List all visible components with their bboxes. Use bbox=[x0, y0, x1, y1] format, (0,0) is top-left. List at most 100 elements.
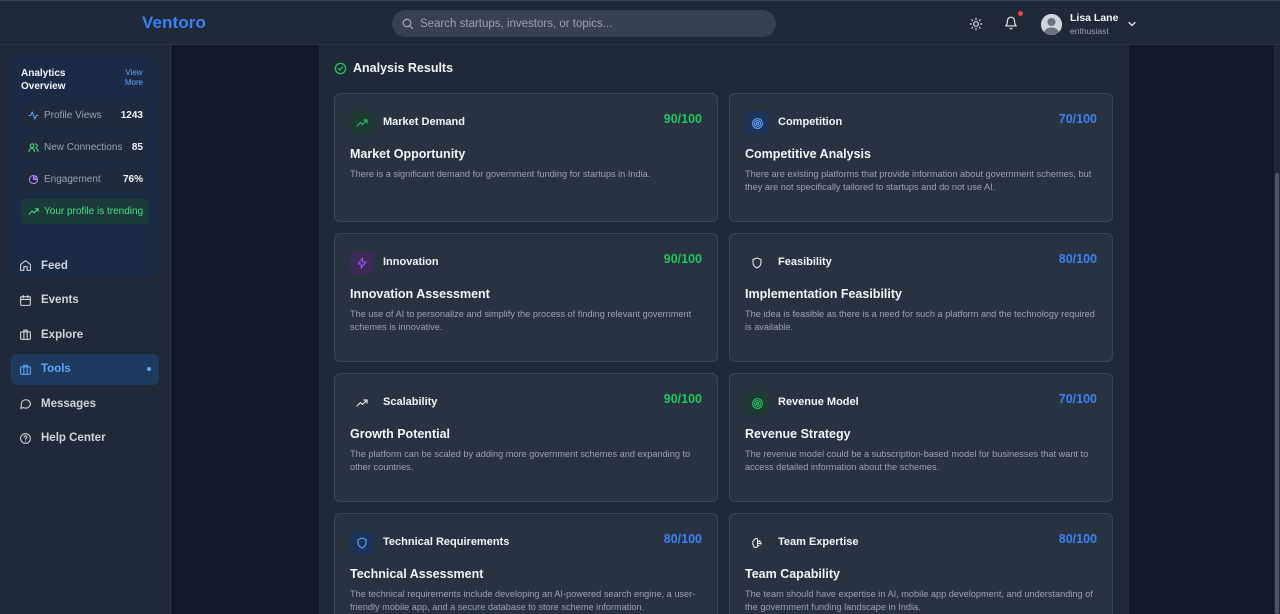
stat-label: Engagement bbox=[44, 174, 101, 185]
sidebar-item-help-center[interactable]: Help Center bbox=[11, 423, 159, 454]
pie-chart-icon bbox=[28, 174, 39, 185]
search-bar[interactable] bbox=[392, 10, 776, 37]
sidebar-item-events[interactable]: Events bbox=[11, 285, 159, 316]
stat-new-connections[interactable]: New Connections 85 bbox=[21, 135, 149, 160]
top-bar: Ventoro Lisa Lane enthusiast bbox=[0, 0, 1280, 45]
card-description: The team should have expertise in AI, mo… bbox=[745, 589, 1093, 612]
nav-label: Tools bbox=[41, 363, 71, 375]
theme-toggle-button[interactable] bbox=[967, 15, 985, 33]
card-description: There is a significant demand for govern… bbox=[350, 169, 651, 179]
search-input[interactable] bbox=[420, 17, 760, 30]
card-title: Implementation Feasibility bbox=[745, 287, 902, 301]
card-technical-requirements[interactable]: Technical Requirements 80/100 Technical … bbox=[334, 513, 718, 614]
trending-up-icon bbox=[356, 119, 368, 127]
target-icon bbox=[751, 117, 763, 129]
analytics-title: Analytics Overview bbox=[21, 68, 66, 92]
card-revenue-model[interactable]: Revenue Model 70/100 Revenue Strategy Th… bbox=[729, 373, 1113, 502]
card-title: Revenue Strategy bbox=[745, 427, 851, 441]
calendar-icon bbox=[20, 294, 31, 306]
check-circle-icon bbox=[334, 62, 347, 74]
help-icon bbox=[20, 432, 31, 444]
stat-value: 76% bbox=[122, 174, 143, 185]
card-score: 80/100 bbox=[1058, 252, 1097, 266]
card-innovation[interactable]: Innovation 90/100 Innovation Assessment … bbox=[334, 233, 718, 362]
toolbox-icon bbox=[20, 364, 31, 375]
card-icon-box bbox=[745, 251, 769, 275]
card-description: There are existing platforms that provid… bbox=[745, 169, 1092, 192]
card-title: Market Opportunity bbox=[350, 147, 466, 161]
card-icon-box bbox=[745, 391, 769, 415]
card-team-expertise[interactable]: Team Expertise 80/100 Team Capability Th… bbox=[729, 513, 1113, 614]
card-score: 70/100 bbox=[1058, 392, 1097, 406]
card-category: Innovation bbox=[383, 256, 439, 268]
target-icon bbox=[751, 397, 763, 409]
sidebar-item-feed[interactable]: Feed bbox=[11, 250, 159, 281]
shield-icon bbox=[357, 537, 367, 549]
stat-label: Profile Views bbox=[44, 110, 102, 121]
results-title: Analysis Results bbox=[353, 61, 454, 75]
card-description: The idea is feasible as there is a need … bbox=[745, 309, 1095, 332]
home-icon bbox=[20, 260, 31, 271]
card-description: The platform can be scaled by adding mor… bbox=[350, 449, 691, 472]
analysis-results-panel: Analysis Results Market Demand 90/100 Ma… bbox=[319, 45, 1129, 614]
app-logo[interactable]: Ventoro bbox=[142, 13, 206, 33]
trending-text: Your profile is trending bbox=[44, 206, 144, 217]
card-category: Feasibility bbox=[778, 256, 832, 268]
briefcase-icon bbox=[20, 329, 31, 340]
stat-label: New Connections bbox=[44, 142, 123, 153]
user-name: Lisa Lane bbox=[1070, 12, 1119, 24]
card-title: Growth Potential bbox=[350, 427, 450, 441]
search-icon bbox=[402, 18, 414, 30]
shield-icon bbox=[752, 257, 762, 269]
card-icon-box bbox=[350, 111, 374, 135]
card-icon-box bbox=[350, 531, 374, 555]
user-avatar-icon bbox=[1041, 13, 1062, 35]
stat-profile-views[interactable]: Profile Views 1243 bbox=[21, 103, 149, 128]
nav-label: Events bbox=[41, 294, 79, 306]
card-title: Innovation Assessment bbox=[350, 287, 490, 301]
user-menu[interactable]: Lisa Lane enthusiast bbox=[1041, 11, 1138, 37]
card-description: The revenue model could be a subscriptio… bbox=[745, 449, 1089, 472]
avatar bbox=[1041, 13, 1062, 35]
card-feasibility[interactable]: Feasibility 80/100 Implementation Feasib… bbox=[729, 233, 1113, 362]
card-score: 80/100 bbox=[1058, 532, 1097, 546]
message-icon bbox=[20, 399, 31, 409]
sidebar-item-tools[interactable]: Tools bbox=[11, 353, 159, 385]
sun-icon bbox=[969, 17, 983, 31]
trending-up-icon bbox=[356, 399, 368, 407]
card-score: 80/100 bbox=[663, 532, 702, 546]
nav-label: Explore bbox=[41, 328, 84, 341]
card-competition[interactable]: Competition 70/100 Competitive Analysis … bbox=[729, 93, 1113, 222]
nav-label: Messages bbox=[41, 397, 96, 410]
page-scrollbar-thumb[interactable] bbox=[1275, 173, 1279, 614]
stat-engagement[interactable]: Engagement 76% bbox=[21, 167, 149, 192]
analytics-overview-card: Analytics Overview View More Profile Vie… bbox=[11, 56, 158, 277]
card-category: Team Expertise bbox=[778, 536, 859, 548]
card-score: 70/100 bbox=[1058, 112, 1097, 126]
trending-banner[interactable]: Your profile is trending bbox=[21, 199, 149, 224]
card-title: Team Capability bbox=[745, 567, 840, 581]
chevron-down-icon[interactable] bbox=[1126, 18, 1138, 30]
active-indicator-dot bbox=[147, 366, 151, 371]
card-icon-box bbox=[745, 531, 769, 555]
card-category: Market Demand bbox=[383, 116, 465, 128]
card-market-demand[interactable]: Market Demand 90/100 Market Opportunity … bbox=[334, 93, 718, 222]
sidebar-item-explore[interactable]: Explore bbox=[11, 319, 159, 350]
bell-icon bbox=[1005, 16, 1017, 30]
card-description: The use of AI to personalize and simplif… bbox=[350, 309, 692, 332]
card-title: Competitive Analysis bbox=[745, 147, 871, 161]
card-title: Technical Assessment bbox=[350, 567, 484, 581]
card-category: Competition bbox=[778, 116, 843, 128]
notifications-button[interactable] bbox=[1002, 14, 1020, 32]
card-scalability[interactable]: Scalability 90/100 Growth Potential The … bbox=[334, 373, 718, 502]
user-role: enthusiast bbox=[1070, 25, 1109, 36]
stat-value: 1243 bbox=[120, 110, 143, 121]
card-description: The technical requirements include devel… bbox=[350, 589, 696, 612]
card-score: 90/100 bbox=[663, 252, 702, 266]
sidebar-item-messages[interactable]: Messages bbox=[11, 388, 159, 419]
card-icon-box bbox=[350, 391, 374, 415]
nav-label: Help Center bbox=[41, 432, 106, 444]
card-score: 90/100 bbox=[663, 392, 702, 406]
brain-icon bbox=[751, 537, 762, 548]
view-more-link[interactable]: View More bbox=[119, 68, 149, 88]
